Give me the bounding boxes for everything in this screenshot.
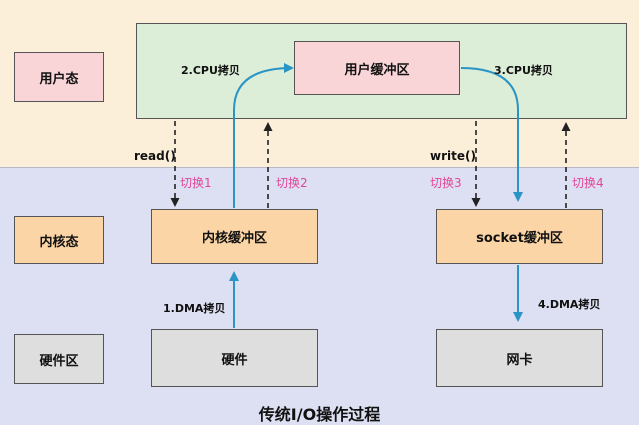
switch-label-4: 切换4	[572, 176, 604, 190]
read-call-label: read()	[134, 149, 176, 163]
arrow-cpu-copy-3	[460, 67, 523, 202]
switch-label-1: 切换1	[180, 176, 212, 190]
write-call-label: write()	[430, 149, 476, 163]
diagram-caption: 传统I/O操作过程	[258, 405, 381, 424]
step-label-dma4: 4.DMA拷贝	[538, 298, 601, 311]
step-label-cpu2: 2.CPU拷贝	[181, 64, 240, 77]
step-label-dma1: 1.DMA拷贝	[163, 302, 226, 315]
switch-label-3: 切换3	[430, 176, 462, 190]
step-label-cpu3: 3.CPU拷贝	[494, 64, 553, 77]
switch-label-2: 切换2	[276, 176, 308, 190]
